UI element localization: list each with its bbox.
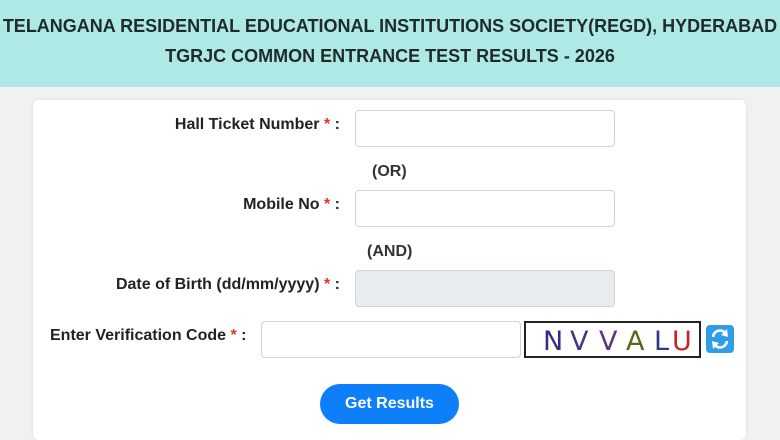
captcha-char: L xyxy=(654,326,672,357)
captcha-image: N V V A L U xyxy=(524,321,701,358)
label-colon: : xyxy=(330,196,340,213)
page-header: TELANGANA RESIDENTIAL EDUCATIONAL INSTIT… xyxy=(0,0,780,87)
verification-label-text: Enter Verification Code xyxy=(50,327,227,344)
verification-label: Enter Verification Code * : xyxy=(50,327,247,345)
label-colon: : xyxy=(330,116,340,133)
hall-ticket-label-text: Hall Ticket Number xyxy=(174,116,320,133)
captcha-char: N xyxy=(543,326,566,357)
hall-ticket-input[interactable] xyxy=(355,110,615,147)
captcha-char: V xyxy=(599,326,620,357)
verification-code-input[interactable] xyxy=(261,321,521,358)
dob-label-text: Date of Birth (dd/mm/yyyy) xyxy=(115,276,320,293)
society-title: TELANGANA RESIDENTIAL EDUCATIONAL INSTIT… xyxy=(2,16,778,36)
dob-input[interactable] xyxy=(355,270,615,307)
mobile-label-text: Mobile No xyxy=(243,196,320,213)
captcha-char: A xyxy=(626,326,647,357)
results-title: TGRJC COMMON ENTRANCE TEST RESULTS - 202… xyxy=(165,46,615,66)
mobile-label: Mobile No * : xyxy=(243,196,340,214)
mobile-input[interactable] xyxy=(355,190,615,227)
refresh-icon xyxy=(711,329,729,349)
captcha-char: U xyxy=(672,326,694,357)
or-separator: (OR) xyxy=(372,163,407,180)
get-results-button[interactable]: Get Results xyxy=(320,384,459,424)
label-colon: : xyxy=(330,276,340,293)
refresh-captcha-button[interactable] xyxy=(706,325,734,353)
and-separator: (AND) xyxy=(367,243,413,260)
label-colon: : xyxy=(236,327,247,344)
dob-label: Date of Birth (dd/mm/yyyy) * : xyxy=(116,276,340,294)
captcha-char: V xyxy=(570,326,591,357)
hall-ticket-label: Hall Ticket Number * : xyxy=(175,116,340,134)
